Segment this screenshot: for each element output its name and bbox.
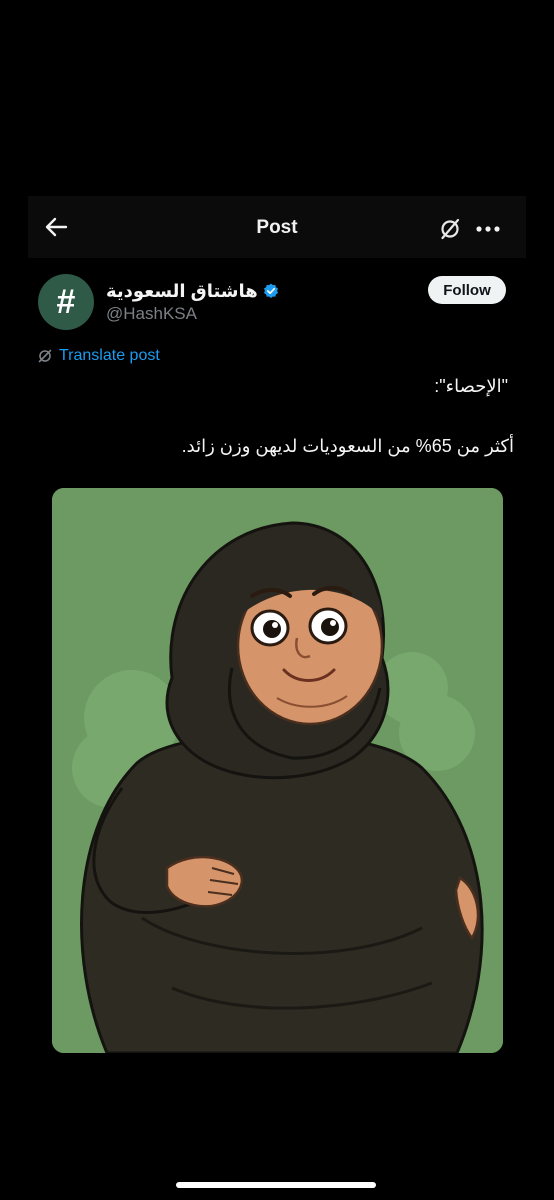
translate-small-icon	[38, 349, 52, 363]
home-indicator[interactable]	[176, 1182, 376, 1188]
translate-icon	[441, 218, 460, 240]
avatar[interactable]: #	[38, 274, 94, 330]
translate-button[interactable]	[438, 218, 462, 240]
translate-post-link[interactable]: Translate post	[38, 346, 160, 366]
post-text-line-2: أكثر من 65% من السعوديات لديهن وزن زائد.	[181, 436, 514, 456]
more-options-button[interactable]	[474, 218, 502, 240]
more-icon	[476, 226, 500, 232]
follow-button[interactable]: Follow	[428, 276, 506, 304]
translate-post-label: Translate post	[59, 347, 160, 364]
author-name-row: هاشتاق السعودية	[106, 280, 279, 302]
verified-badge-icon	[263, 283, 279, 299]
author-handle[interactable]: @HashKSA	[106, 304, 197, 324]
cartoon-illustration	[52, 488, 503, 1053]
author-display-name[interactable]: هاشتاق السعودية	[106, 281, 258, 302]
avatar-symbol: #	[56, 283, 76, 321]
post-text-line-1: "الإحصاء":	[434, 376, 508, 396]
post-media-image[interactable]	[52, 488, 503, 1053]
top-navigation-bar: Post	[28, 196, 526, 258]
